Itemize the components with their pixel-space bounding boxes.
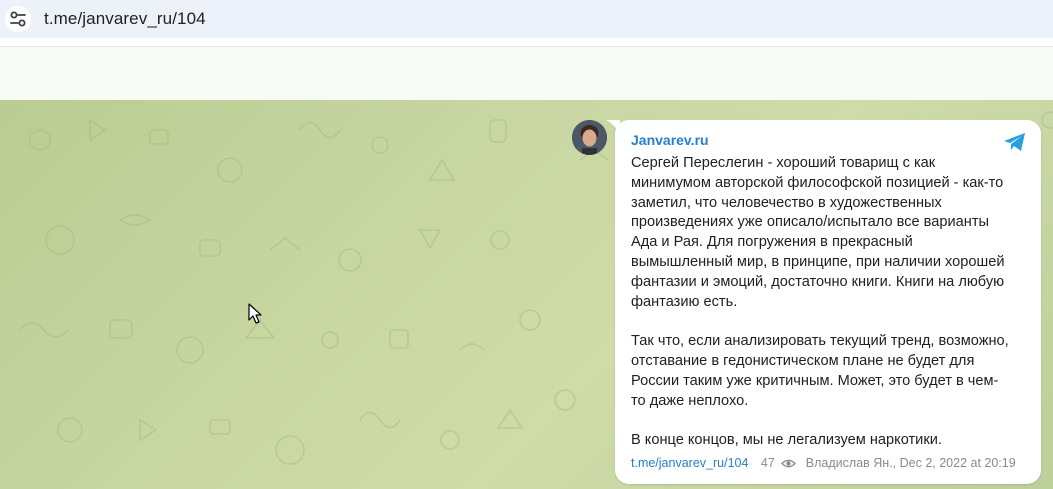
tune-icon[interactable] xyxy=(5,6,31,32)
url-text[interactable]: t.me/janvarev_ru/104 xyxy=(44,9,206,29)
post-link[interactable]: t.me/janvarev_ru/104 xyxy=(631,456,748,470)
author-date: Владислав Ян., Dec 2, 2022 at 20:19 xyxy=(805,456,1016,470)
eye-icon xyxy=(781,458,797,472)
channel-name[interactable]: Janvarev.ru xyxy=(631,132,709,148)
telegram-header xyxy=(0,46,1053,100)
mouse-cursor-icon xyxy=(248,303,262,324)
message-footer: t.me/janvarev_ru/104 47 Владислав Ян., D… xyxy=(631,456,1031,472)
message-bubble: Janvarev.ru Сергей Переслегин - хороший … xyxy=(615,120,1041,484)
address-bar[interactable]: t.me/janvarev_ru/104 xyxy=(0,0,1053,38)
channel-avatar[interactable] xyxy=(572,120,607,155)
views-count: 47 xyxy=(760,456,775,470)
message-text: Сергей Переслегин - хороший товарищ с ка… xyxy=(631,155,1009,449)
